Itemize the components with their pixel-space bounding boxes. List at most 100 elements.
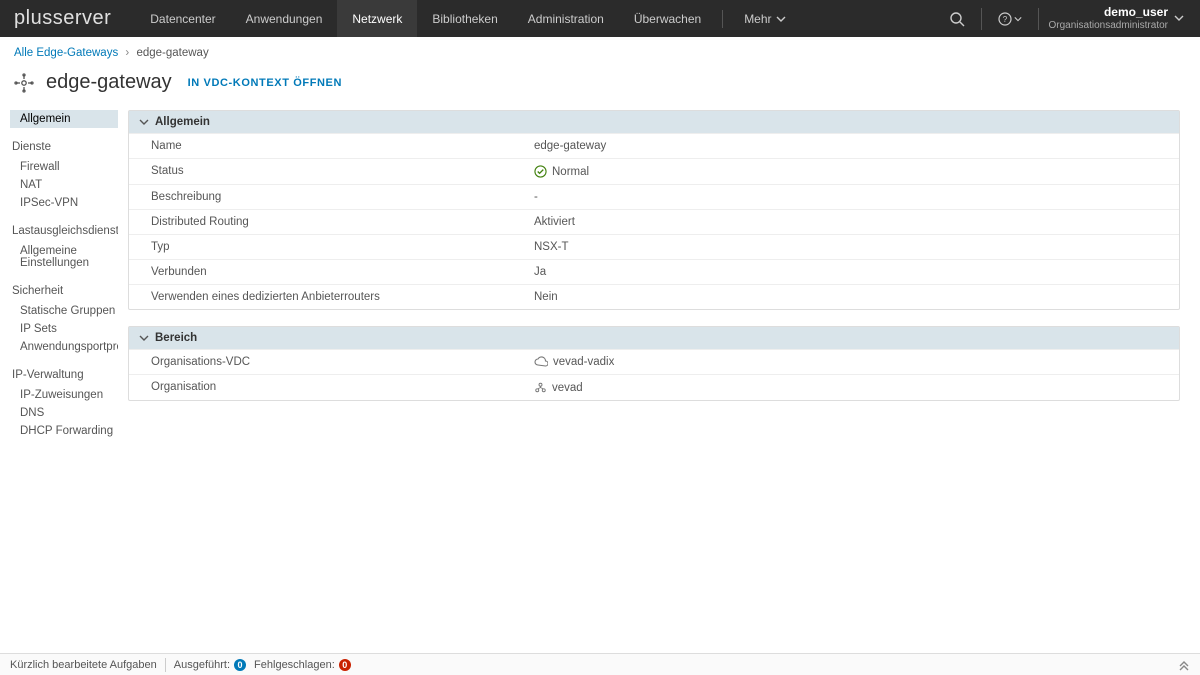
sidebar-item-allgemein[interactable]: Allgemein — [10, 110, 118, 128]
open-in-vdc-link[interactable]: IN VDC-KONTEXT ÖFFNEN — [188, 77, 342, 89]
nav-netzwerk[interactable]: Netzwerk — [337, 0, 417, 37]
sidebar-item-ip-sets[interactable]: IP Sets — [10, 320, 118, 338]
breadcrumb-separator: › — [125, 47, 129, 59]
cloud-icon — [534, 356, 548, 368]
chevron-down-icon — [139, 117, 149, 127]
sidebar-heading-sicherheit: Sicherheit — [10, 280, 118, 302]
panel-general-header[interactable]: Allgemein — [129, 111, 1179, 133]
value-organisation-text: vevad — [552, 382, 583, 394]
sidebar-item-lb-settings[interactable]: Allgemeine Einstellungen — [10, 242, 118, 272]
nav-more[interactable]: Mehr — [729, 0, 800, 37]
sidebar-item-ipsec-vpn[interactable]: IPSec-VPN — [10, 194, 118, 212]
topbar-right: ? demo_user Organisationsadministrator — [943, 0, 1187, 37]
value-org-vdc-text: vevad-vadix — [553, 356, 614, 368]
search-button[interactable] — [943, 11, 971, 27]
label-dist-routing: Distributed Routing — [129, 210, 524, 234]
chevron-down-icon — [1174, 13, 1184, 23]
row-dist-routing: Distributed Routing Aktiviert — [129, 209, 1179, 234]
content-area: Allgemein Name edge-gateway Status Norma… — [118, 110, 1190, 653]
sidebar-item-static-groups[interactable]: Statische Gruppen — [10, 302, 118, 320]
value-dist-routing: Aktiviert — [524, 210, 1179, 234]
panel-scope-title: Bereich — [155, 332, 197, 344]
topbar: plusserver Datencenter Anwendungen Netzw… — [0, 0, 1200, 37]
search-icon — [949, 11, 965, 27]
row-status: Status Normal — [129, 158, 1179, 184]
label-status: Status — [129, 159, 524, 184]
org-icon — [534, 381, 547, 394]
task-footer: Kürzlich bearbeitete Aufgaben Ausgeführt… — [0, 653, 1200, 675]
label-dedicated-router: Verwenden eines dedizierten Anbieterrout… — [129, 285, 524, 309]
label-name: Name — [129, 134, 524, 158]
user-menu[interactable]: demo_user Organisationsadministrator — [1049, 5, 1187, 31]
label-type: Typ — [129, 235, 524, 259]
chevron-down-icon — [139, 333, 149, 343]
value-status-text: Normal — [552, 166, 589, 178]
sidebar-item-firewall[interactable]: Firewall — [10, 158, 118, 176]
panel-general: Allgemein Name edge-gateway Status Norma… — [128, 110, 1180, 310]
status-ok-icon — [534, 165, 547, 178]
footer-running-label: Ausgeführt: — [174, 659, 230, 671]
nav-anwendungen[interactable]: Anwendungen — [231, 0, 338, 37]
sidebar-item-nat[interactable]: NAT — [10, 176, 118, 194]
value-type: NSX-T — [524, 235, 1179, 259]
sidebar-item-ip-allocations[interactable]: IP-Zuweisungen — [10, 386, 118, 404]
value-description: - — [524, 185, 1179, 209]
top-navigation: Datencenter Anwendungen Netzwerk Bibliot… — [135, 0, 800, 37]
page-header: edge-gateway IN VDC-KONTEXT ÖFFNEN — [0, 63, 1200, 110]
label-description: Beschreibung — [129, 185, 524, 209]
row-org-vdc: Organisations-VDC vevad-vadix — [129, 349, 1179, 374]
sidebar-item-app-port-profiles[interactable]: Anwendungsportprofile — [10, 338, 118, 356]
breadcrumb-root[interactable]: Alle Edge-Gateways — [14, 47, 118, 59]
nav-more-label: Mehr — [744, 12, 771, 26]
sidebar-item-dns[interactable]: DNS — [10, 404, 118, 422]
page-title: edge-gateway — [46, 71, 172, 94]
sidebar-heading-ip-verwaltung: IP-Verwaltung — [10, 364, 118, 386]
user-role: Organisationsadministrator — [1049, 20, 1169, 32]
footer-recent-tasks[interactable]: Kürzlich bearbeitete Aufgaben — [10, 659, 157, 671]
nav-administration[interactable]: Administration — [513, 0, 619, 37]
panel-general-title: Allgemein — [155, 116, 210, 128]
main-area: Allgemein Dienste Firewall NAT IPSec-VPN… — [0, 110, 1200, 653]
nav-ueberwachen[interactable]: Überwachen — [619, 0, 716, 37]
chevron-down-icon — [776, 14, 786, 24]
footer-running-count: 0 — [234, 659, 246, 671]
sidebar-heading-lastausgleich: Lastausgleichsdienst — [10, 220, 118, 242]
nav-bibliotheken[interactable]: Bibliotheken — [417, 0, 512, 37]
chevron-double-up-icon — [1178, 659, 1190, 671]
footer-failed-label: Fehlgeschlagen: — [254, 659, 335, 671]
panel-scope-header[interactable]: Bereich — [129, 327, 1179, 349]
label-organisation: Organisation — [129, 375, 524, 400]
row-name: Name edge-gateway — [129, 133, 1179, 158]
sidebar-item-dhcp-forwarding[interactable]: DHCP Forwarding — [10, 422, 118, 440]
edge-gateway-icon — [14, 73, 34, 93]
panel-scope: Bereich Organisations-VDC vevad-vadix Or… — [128, 326, 1180, 401]
sidebar-heading-dienste: Dienste — [10, 136, 118, 158]
help-menu[interactable]: ? — [992, 12, 1028, 26]
sidebar: Allgemein Dienste Firewall NAT IPSec-VPN… — [10, 110, 118, 653]
row-type: Typ NSX-T — [129, 234, 1179, 259]
row-organisation: Organisation vevad — [129, 374, 1179, 400]
value-name: edge-gateway — [524, 134, 1179, 158]
nav-datencenter[interactable]: Datencenter — [135, 0, 230, 37]
value-organisation: vevad — [524, 375, 1179, 400]
row-dedicated-router: Verwenden eines dedizierten Anbieterrout… — [129, 284, 1179, 309]
svg-text:?: ? — [1002, 15, 1007, 24]
footer-recent-label: Kürzlich bearbeitete Aufgaben — [10, 659, 157, 671]
label-org-vdc: Organisations-VDC — [129, 350, 524, 374]
row-connected: Verbunden Ja — [129, 259, 1179, 284]
value-org-vdc: vevad-vadix — [524, 350, 1179, 374]
row-description: Beschreibung - — [129, 184, 1179, 209]
chevron-down-icon — [1014, 15, 1022, 23]
topbar-sep-1 — [981, 8, 982, 30]
nav-divider — [722, 10, 723, 28]
footer-divider — [165, 658, 166, 672]
footer-expand-button[interactable] — [1178, 659, 1190, 671]
footer-failed[interactable]: Fehlgeschlagen: 0 — [254, 659, 351, 671]
brand-logo[interactable]: plusserver — [14, 7, 111, 30]
breadcrumb: Alle Edge-Gateways › edge-gateway — [0, 37, 1200, 63]
value-connected: Ja — [524, 260, 1179, 284]
footer-running[interactable]: Ausgeführt: 0 — [174, 659, 246, 671]
footer-failed-count: 0 — [339, 659, 351, 671]
value-dedicated-router: Nein — [524, 285, 1179, 309]
value-status: Normal — [524, 159, 1179, 184]
